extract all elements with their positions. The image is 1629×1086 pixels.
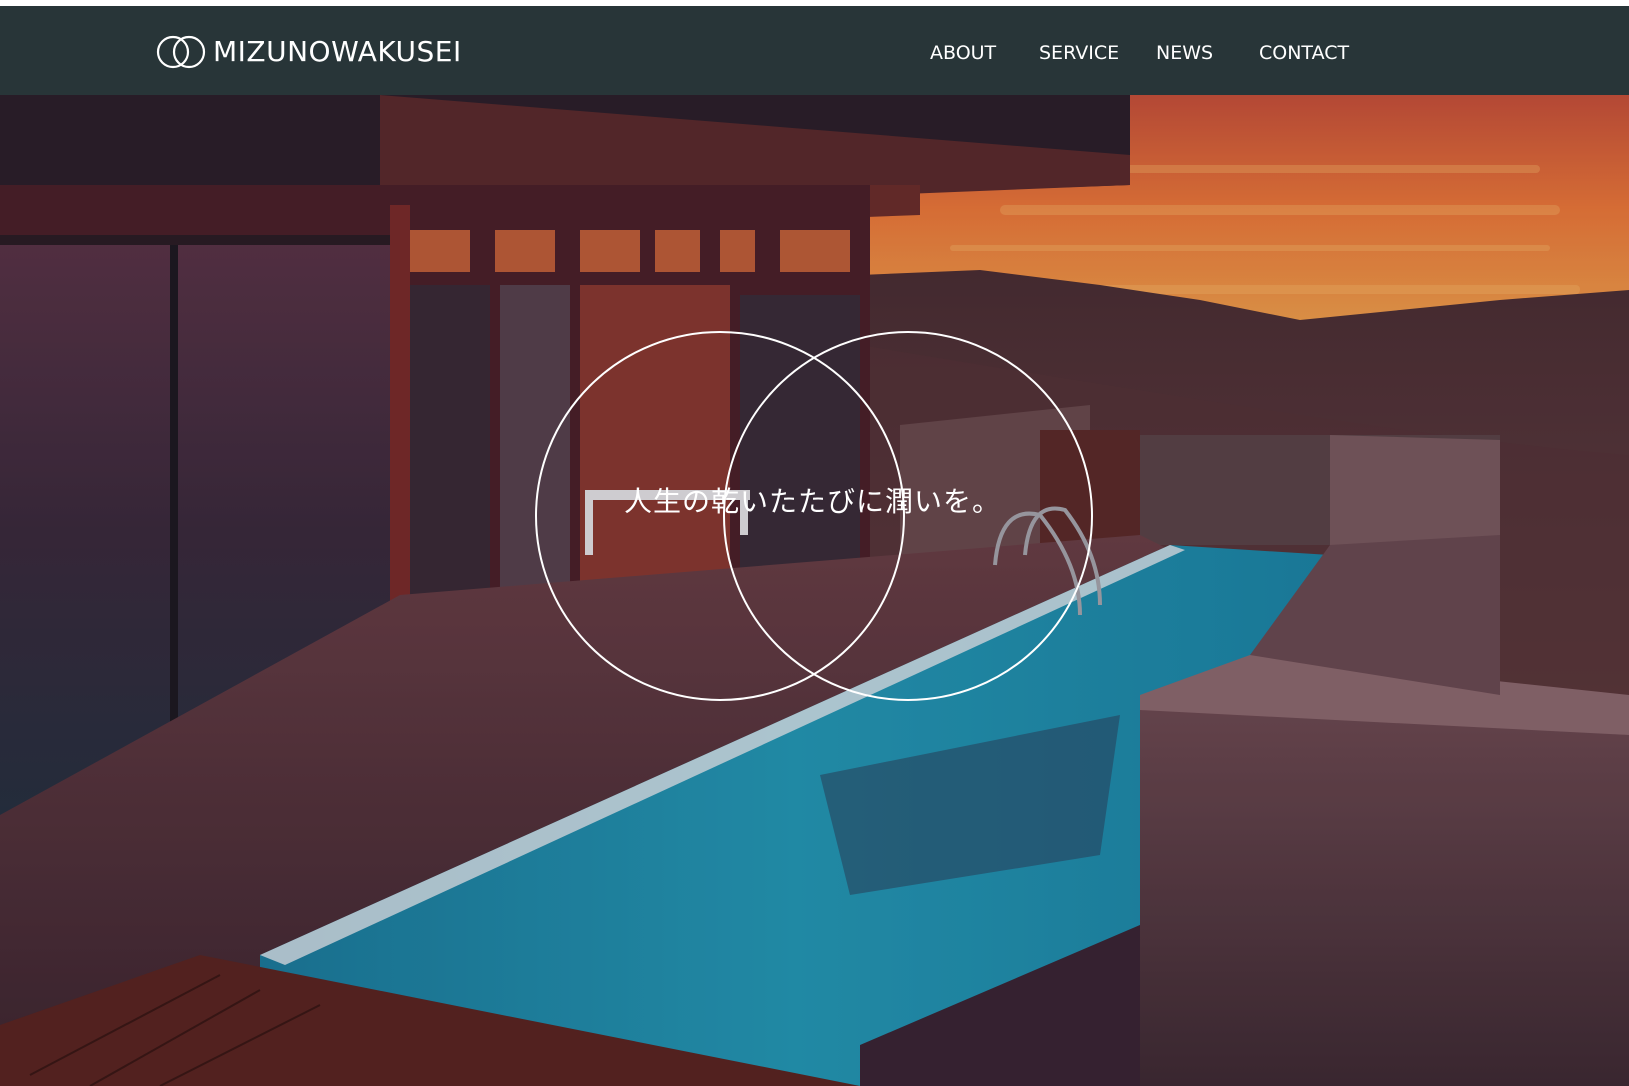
hero-section: 人生の乾いたたびに潤いを。	[0, 95, 1629, 1086]
nav-contact-link[interactable]: CONTACT	[1259, 42, 1349, 64]
nav-about-link[interactable]: ABOUT	[930, 42, 996, 64]
sunset-villa-pool-photo	[0, 95, 1629, 1086]
main-nav: ABOUT SERVICE NEWS CONTACT	[0, 6, 1629, 95]
hero-tagline: 人生の乾いたたびに潤いを。	[623, 485, 1001, 518]
nav-news-link[interactable]: NEWS	[1156, 42, 1213, 64]
page: MIZUNOWAKUSEI ABOUT SERVICE NEWS CONTACT	[0, 0, 1629, 1086]
nav-service-link[interactable]: SERVICE	[1039, 42, 1119, 64]
